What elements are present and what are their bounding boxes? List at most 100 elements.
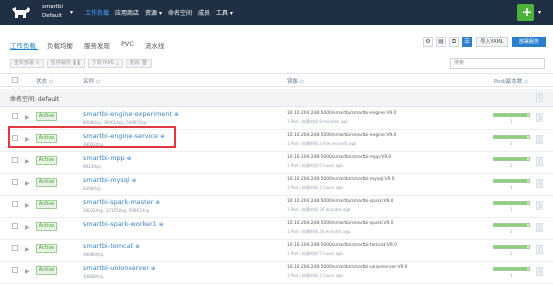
pod-scale: 1 xyxy=(510,119,513,124)
search-input[interactable]: 搜索 xyxy=(450,58,545,69)
row-checkbox[interactable] xyxy=(12,223,18,229)
pod-scale: 1 xyxy=(510,207,513,212)
pod-progress-bar xyxy=(493,245,530,249)
workload-name[interactable]: smartbi-tomcat xyxy=(83,242,133,250)
workload-name-link[interactable]: smartbi-mpp ⊕ xyxy=(83,154,131,162)
expand-arrow-icon[interactable]: ▶ xyxy=(25,158,30,165)
delete-button[interactable]: 删除 🗑 xyxy=(125,59,152,68)
row-menu-icon[interactable]: ⋮ xyxy=(536,179,543,188)
table-row[interactable]: ▶ Active smartbi-spark-master ⊕ 39022/tc… xyxy=(0,196,553,218)
pod-progress-fill xyxy=(494,158,528,160)
workload-ports[interactable]: 8009/tcp, 39001/tcp, 54967/tcp xyxy=(83,120,147,125)
nav-resources[interactable]: 资源 ▾ xyxy=(145,8,162,17)
table-row[interactable]: ▶ Active smartbi-spark-worker1 ⊕ 10.10.2… xyxy=(0,218,553,240)
row-menu-icon[interactable]: ⋮ xyxy=(536,267,543,276)
workload-name-link[interactable]: smartbi-spark-worker1 ⊕ xyxy=(83,220,163,228)
namespace-view-icon[interactable]: ☰ xyxy=(462,37,472,47)
column-status[interactable]: 状态 ◇ xyxy=(36,77,53,85)
nav-members[interactable]: 成员 xyxy=(198,8,210,17)
link-icon: ⊕ xyxy=(131,178,137,184)
tab-service-discovery[interactable]: 服务发现 xyxy=(84,40,110,50)
nav-tools[interactable]: 工具 ▾ xyxy=(216,8,233,17)
row-checkbox[interactable] xyxy=(12,201,18,207)
row-checkbox[interactable] xyxy=(12,245,18,251)
workload-name[interactable]: smartbi-spark-worker1 xyxy=(83,220,157,228)
row-checkbox[interactable] xyxy=(12,157,18,163)
row-menu-icon[interactable]: ⋮ xyxy=(536,223,543,232)
rancher-logo-icon[interactable] xyxy=(10,6,32,20)
workload-name-link[interactable]: smartbi-tomcat ⊕ xyxy=(83,242,140,250)
table-row[interactable]: ▶ Active smartbi-mpp ⊕ 9923/tcp 10.10.20… xyxy=(0,152,553,174)
workload-name[interactable]: smartbi-spark-master xyxy=(83,198,153,206)
column-image[interactable]: 镜像 ◇ xyxy=(287,77,304,85)
pod-progress-fill xyxy=(494,246,528,248)
workload-ports[interactable]: 39022/tcp, 37355/tcp, 50967/tcp xyxy=(83,208,149,213)
pod-progress-fill xyxy=(494,180,528,182)
row-menu-icon[interactable]: ⋮ xyxy=(536,113,543,122)
pod-scale: 1 xyxy=(510,141,513,146)
user-menu-chevron-icon[interactable]: ▾ xyxy=(538,9,541,16)
pause-button[interactable]: 暂停编排 ❚❚ xyxy=(46,59,85,68)
link-icon: ⊕ xyxy=(151,266,156,272)
tab-pvc[interactable]: PVC xyxy=(121,40,134,50)
list-view-icon[interactable]: ▤ xyxy=(436,37,446,47)
table-row[interactable]: ▶ Active smartbi-unionserver ⊕ 30808/tcp… xyxy=(0,262,553,284)
nav-namespaces[interactable]: 命名空间 xyxy=(168,8,192,17)
expand-arrow-icon[interactable]: ▶ xyxy=(25,246,30,253)
workload-name[interactable]: smartbi-engine-experiment xyxy=(83,110,172,118)
workload-name-link[interactable]: smartbi-spark-master ⊕ xyxy=(83,198,160,206)
workload-image: 10.10.204.248:5000/smartbi/smartbi-spark… xyxy=(287,199,394,204)
import-yaml-button[interactable]: 导入YAML xyxy=(476,37,508,47)
row-menu-icon[interactable]: ⋮ xyxy=(536,245,543,254)
deploy-service-button[interactable]: 部署服务 xyxy=(512,37,546,47)
workload-name-link[interactable]: smartbi-engine-experiment ⊕ xyxy=(83,110,179,118)
tab-load-balancing[interactable]: 负载均衡 xyxy=(47,40,73,50)
status-badge: Active xyxy=(36,156,57,165)
expand-arrow-icon[interactable]: ▶ xyxy=(25,180,30,187)
expand-arrow-icon[interactable]: ▶ xyxy=(25,114,30,121)
row-checkbox[interactable] xyxy=(12,113,18,119)
row-menu-icon[interactable]: ⋮ xyxy=(536,157,543,166)
row-checkbox[interactable] xyxy=(12,267,18,273)
expand-arrow-icon[interactable]: ▶ xyxy=(25,224,30,231)
nav-workloads[interactable]: 工作负载 xyxy=(85,8,109,17)
group-view-icon[interactable]: ⧉ xyxy=(449,37,459,47)
workload-ports[interactable]: 9923/tcp xyxy=(83,164,101,169)
column-name[interactable]: 名称 ◇ xyxy=(83,77,100,85)
link-icon: ⊕ xyxy=(155,200,161,206)
user-avatar[interactable]: + xyxy=(517,4,534,21)
namespace-menu-icon[interactable]: ⋮ xyxy=(536,93,543,102)
column-pods[interactable]: Pod/副本数 ◇ xyxy=(494,77,528,85)
pod-scale: 1 xyxy=(510,251,513,256)
tab-pipeline[interactable]: 流水线 xyxy=(145,40,165,50)
workload-image: 10.10.204.248:5000/smartbi/smartbi-mysql… xyxy=(287,177,395,182)
table-row[interactable]: ▶ Active smartbi-mysql ⊕ 8306/tcp 10.10.… xyxy=(0,174,553,196)
active-tab-underline xyxy=(10,49,38,50)
pod-progress-bar xyxy=(493,267,530,271)
workload-image: 10.10.204.248:5000/smartbi/smartbi-spark… xyxy=(287,221,394,226)
pod-progress-fill xyxy=(494,268,528,270)
environment-selector[interactable]: smartbi Default ▾ xyxy=(42,3,78,21)
expand-arrow-icon[interactable]: ▶ xyxy=(25,202,30,209)
top-nav-bar: smartbi Default ▾ 工作负载 应用商店 资源 ▾ 命名空间 成员… xyxy=(0,0,553,25)
row-menu-icon[interactable]: ⋮ xyxy=(536,201,543,210)
row-checkbox[interactable] xyxy=(12,179,18,185)
select-all-checkbox[interactable] xyxy=(12,77,18,83)
workload-ports[interactable]: 39080/tcp xyxy=(83,252,103,257)
status-badge: Active xyxy=(36,112,57,121)
download-yaml-button[interactable]: 下载YAML ⤓ xyxy=(87,59,123,68)
status-badge: Active xyxy=(36,178,57,187)
expand-arrow-icon[interactable]: ▶ xyxy=(25,268,30,275)
link-icon: ⊕ xyxy=(158,222,164,228)
redeploy-button[interactable]: 重新部署 ↻ xyxy=(10,59,44,68)
workload-name[interactable]: smartbi-mysql xyxy=(83,176,130,184)
workload-ports[interactable]: 30808/tcp xyxy=(83,274,103,279)
gear-icon[interactable]: ⚙ xyxy=(423,37,433,47)
table-row[interactable]: ▶ Active smartbi-tomcat ⊕ 39080/tcp 10.1… xyxy=(0,240,553,262)
row-menu-icon[interactable]: ⋮ xyxy=(536,135,543,144)
nav-app-store[interactable]: 应用商店 xyxy=(115,8,139,17)
workload-name[interactable]: smartbi-mpp xyxy=(83,154,125,162)
workload-name-link[interactable]: smartbi-mysql ⊕ xyxy=(83,176,136,184)
pod-progress-fill xyxy=(494,136,528,138)
workload-ports[interactable]: 8306/tcp xyxy=(83,186,101,191)
